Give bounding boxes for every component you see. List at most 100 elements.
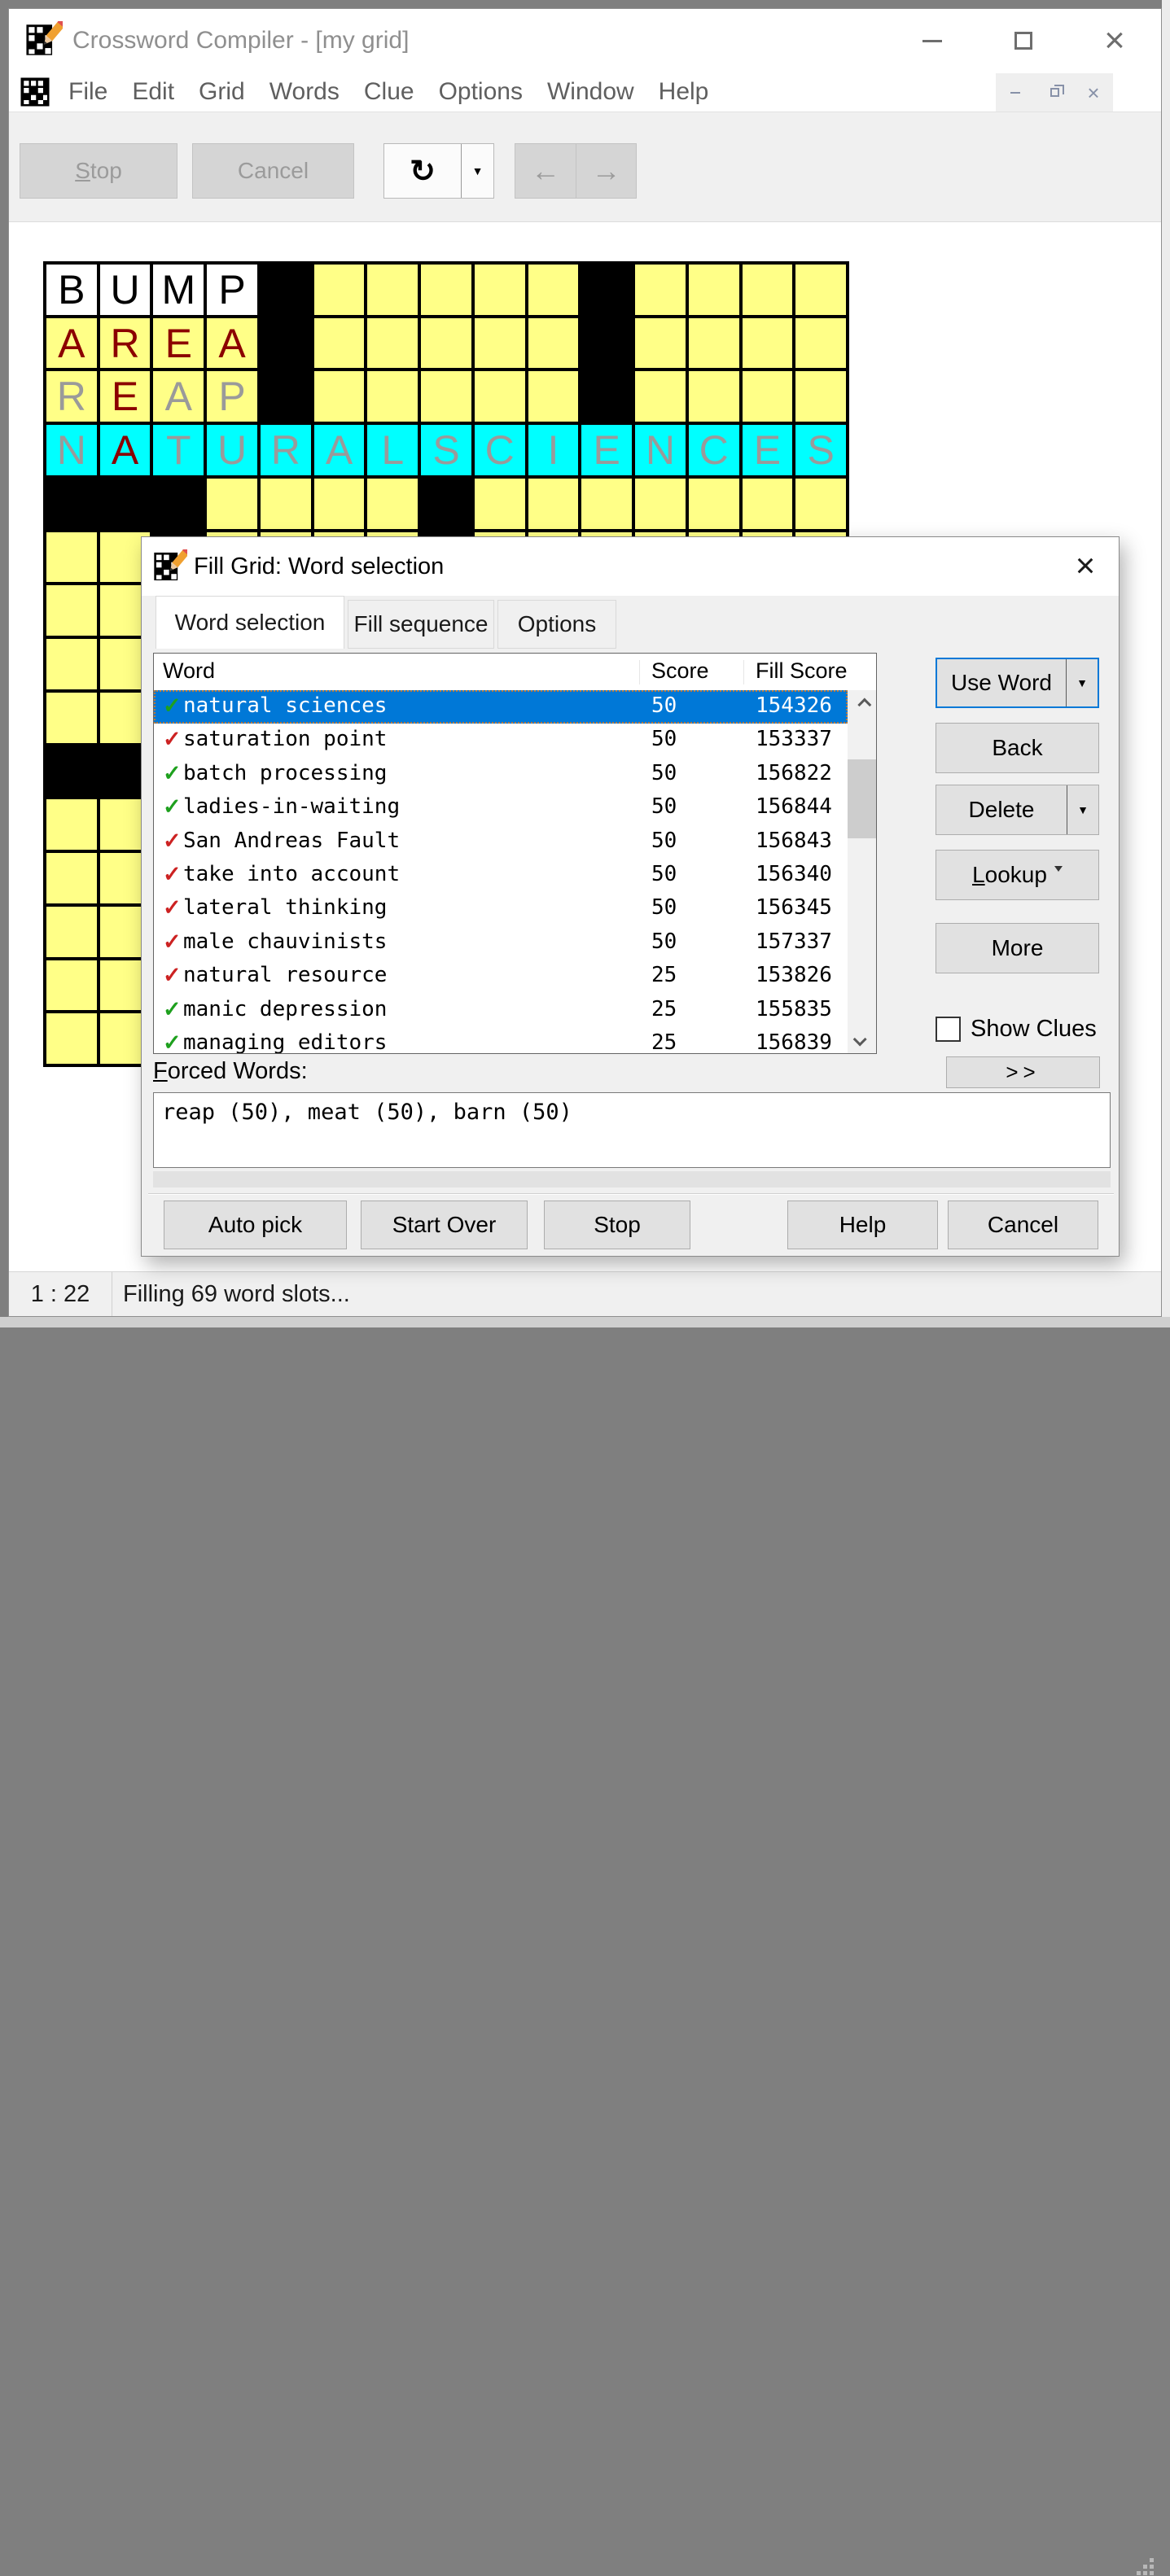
grid-cell[interactable]	[528, 265, 579, 315]
grid-cell[interactable]: P	[207, 265, 257, 315]
grid-cell[interactable]	[581, 478, 633, 529]
grid-cell[interactable]: R	[99, 317, 151, 369]
grid-cell[interactable]: N	[635, 425, 686, 475]
tab-word-selection[interactable]: Word selection	[156, 596, 344, 649]
refill-split-button[interactable]: ↻ ▼	[383, 143, 494, 199]
grid-cell[interactable]	[421, 265, 471, 315]
word-list-row[interactable]: ✓ natural sciences 50 154326	[154, 690, 848, 724]
menu-edit[interactable]: Edit	[120, 72, 186, 112]
stop-button[interactable]: Stop	[20, 143, 177, 199]
grid-cell[interactable]	[313, 478, 365, 529]
dialog-close-button[interactable]: ×	[1058, 537, 1112, 594]
grid-cell[interactable]: T	[153, 425, 204, 475]
grid-cell[interactable]	[313, 371, 365, 422]
grid-cell[interactable]	[260, 478, 311, 529]
grid-cell[interactable]: B	[46, 265, 97, 315]
grid-cell[interactable]	[46, 639, 97, 689]
grid-cell[interactable]	[742, 317, 793, 369]
delete-dropdown-icon[interactable]: ▼	[1067, 803, 1098, 816]
grid-cell[interactable]: S	[421, 425, 471, 475]
scroll-down-button[interactable]	[848, 1025, 876, 1053]
grid-cell[interactable]	[528, 371, 579, 422]
menu-words[interactable]: Words	[257, 72, 352, 112]
grid-cell[interactable]	[688, 265, 739, 315]
grid-cell[interactable]	[46, 1013, 97, 1064]
use-word-button[interactable]: Use Word ▼	[936, 658, 1099, 708]
grid-cell[interactable]	[795, 478, 846, 529]
delete-button[interactable]: Delete ▼	[936, 785, 1099, 835]
grid-cell[interactable]	[46, 478, 97, 529]
grid-cell[interactable]	[367, 478, 418, 529]
grid-cell[interactable]	[688, 317, 739, 369]
forward-arrow-button[interactable]: →	[576, 144, 636, 198]
tab-options[interactable]: Options	[497, 600, 616, 649]
menu-grid[interactable]: Grid	[186, 72, 257, 112]
grid-cell[interactable]: R	[260, 425, 311, 475]
grid-cell[interactable]: S	[795, 425, 846, 475]
grid-cell[interactable]	[635, 478, 686, 529]
grid-cell[interactable]: M	[153, 265, 204, 315]
help-button[interactable]: Help	[787, 1201, 938, 1249]
refresh-icon[interactable]: ↻	[384, 144, 462, 198]
word-list-row[interactable]: ✓ take into account 50 156340	[154, 859, 848, 892]
grid-cell[interactable]	[635, 317, 686, 369]
forced-words-input[interactable]: reap (50), meat (50), barn (50)	[153, 1092, 1111, 1168]
word-list-row[interactable]: ✓ natural resource 25 153826	[154, 960, 848, 993]
grid-cell[interactable]	[153, 478, 204, 529]
grid-cell[interactable]	[581, 317, 633, 369]
grid-cell[interactable]	[742, 371, 793, 422]
word-list-scrollbar[interactable]	[848, 690, 876, 1053]
grid-cell[interactable]: N	[46, 425, 97, 475]
grid-cell[interactable]: I	[528, 425, 579, 475]
grid-cell[interactable]	[313, 317, 365, 369]
grid-cell[interactable]: E	[99, 371, 151, 422]
use-word-dropdown-icon[interactable]: ▼	[1067, 676, 1098, 689]
word-list-row[interactable]: ✓ San Andreas Fault 50 156843	[154, 825, 848, 859]
grid-cell[interactable]	[688, 478, 739, 529]
grid-cell[interactable]	[260, 265, 311, 315]
grid-cell[interactable]: A	[153, 371, 204, 422]
column-header-fill-score[interactable]: Fill Score	[756, 658, 848, 684]
grid-cell[interactable]	[367, 317, 418, 369]
grid-cell[interactable]	[688, 371, 739, 422]
refill-dropdown[interactable]: ▼	[462, 144, 493, 198]
grid-cell[interactable]	[46, 585, 97, 636]
menu-help[interactable]: Help	[646, 72, 721, 112]
grid-cell[interactable]: U	[99, 265, 151, 315]
grid-cell[interactable]	[207, 478, 257, 529]
grid-cell[interactable]: L	[367, 425, 418, 475]
grid-cell[interactable]	[421, 478, 471, 529]
grid-cell[interactable]	[421, 371, 471, 422]
grid-cell[interactable]	[313, 265, 365, 315]
dialog-stop-button[interactable]: Stop	[544, 1201, 690, 1249]
grid-cell[interactable]	[46, 960, 97, 1011]
minimize-button[interactable]	[911, 9, 953, 72]
grid-cell[interactable]: E	[742, 425, 793, 475]
menu-clue[interactable]: Clue	[352, 72, 427, 112]
grid-cell[interactable]	[46, 746, 97, 797]
column-header-score[interactable]: Score	[651, 658, 709, 684]
grid-cell[interactable]	[46, 531, 97, 583]
grid-cell[interactable]	[581, 371, 633, 422]
grid-cell[interactable]	[367, 265, 418, 315]
grid-cell[interactable]	[635, 371, 686, 422]
word-list-row[interactable]: ✓ lateral thinking 50 156345	[154, 892, 848, 925]
grid-cell[interactable]	[635, 265, 686, 315]
mdi-restore-button[interactable]	[1035, 73, 1074, 112]
cancel-button[interactable]: Cancel	[192, 143, 354, 199]
grid-cell[interactable]	[528, 317, 579, 369]
scrollbar-thumb[interactable]	[848, 759, 876, 838]
word-list-row[interactable]: ✓ manic depression 25 155835	[154, 994, 848, 1027]
menu-window[interactable]: Window	[535, 72, 646, 112]
grid-cell[interactable]	[795, 317, 846, 369]
expand-button[interactable]: >>	[946, 1056, 1100, 1088]
mdi-minimize-button[interactable]	[996, 73, 1035, 112]
grid-cell[interactable]: A	[207, 317, 257, 369]
grid-cell[interactable]	[474, 478, 525, 529]
grid-cell[interactable]: P	[207, 371, 257, 422]
word-list-row[interactable]: ✓ saturation point 50 153337	[154, 724, 848, 757]
grid-cell[interactable]	[46, 692, 97, 743]
grid-cell[interactable]: U	[207, 425, 257, 475]
grid-cell[interactable]	[99, 478, 151, 529]
grid-cell[interactable]: A	[99, 425, 151, 475]
